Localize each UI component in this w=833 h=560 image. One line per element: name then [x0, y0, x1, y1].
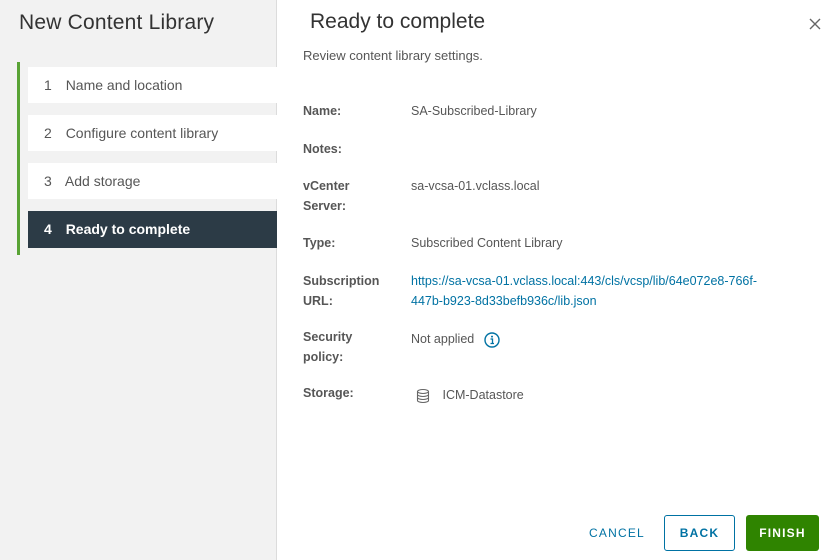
notes-label: Notes:: [303, 142, 342, 156]
wizard-content: Ready to complete Review content library…: [277, 0, 833, 560]
step-number: 4: [44, 221, 52, 237]
step-number: 1: [44, 77, 52, 93]
step-add-storage[interactable]: 3 Add storage: [28, 163, 280, 199]
storage-name: ICM-Datastore: [442, 388, 524, 402]
subscription-label-line2: URL:: [303, 294, 333, 308]
security-policy-label: Security policy:: [303, 327, 393, 367]
subscription-url-link[interactable]: https://sa-vcsa-01.vclass.local:443/cls/…: [411, 271, 811, 311]
wizard-dialog: New Content Library 1 Name and location …: [0, 0, 833, 560]
wizard-steps: 1 Name and location 2 Configure content …: [17, 62, 280, 255]
step-ready-to-complete[interactable]: 4 Ready to complete: [28, 211, 280, 248]
finish-button[interactable]: FINISH: [746, 515, 819, 551]
vcenter-label-line2: Server:: [303, 199, 347, 213]
page-subtitle: Review content library settings.: [303, 48, 483, 63]
step-label: Ready to complete: [65, 221, 191, 237]
step-label: Name and location: [65, 77, 183, 93]
step-label: Configure content library: [65, 125, 219, 141]
storage-value: ICM-Datastore: [411, 385, 811, 405]
type-value: Subscribed Content Library: [411, 236, 563, 250]
step-number: 3: [44, 173, 52, 189]
name-label: Name:: [303, 104, 342, 118]
type-label: Type:: [303, 236, 336, 250]
vcenter-label: vCenter Server:: [303, 176, 393, 216]
wizard-sidebar: New Content Library 1 Name and location …: [0, 0, 280, 560]
step-number: 2: [44, 125, 52, 141]
info-icon[interactable]: [484, 332, 500, 348]
subscription-url-line2: 447b-b923-8d33befb936c/lib.json: [411, 294, 597, 308]
cancel-button[interactable]: CANCEL: [583, 515, 651, 551]
wizard-title: New Content Library: [19, 11, 215, 34]
vcenter-value: sa-vcsa-01.vclass.local: [411, 179, 540, 193]
subscription-url-line1: https://sa-vcsa-01.vclass.local:443/cls/…: [411, 274, 758, 288]
step-name-and-location[interactable]: 1 Name and location: [28, 67, 280, 103]
vcenter-label-line1: vCenter: [303, 179, 350, 193]
security-label-line1: Security: [303, 330, 353, 344]
close-icon[interactable]: [807, 16, 823, 32]
datastore-icon: [416, 388, 430, 403]
security-label-line2: policy:: [303, 350, 344, 364]
page-title: Ready to complete: [310, 10, 486, 33]
back-button[interactable]: BACK: [664, 515, 735, 551]
storage-label: Storage:: [303, 386, 354, 400]
security-policy-text: Not applied: [411, 332, 475, 346]
name-value: SA-Subscribed-Library: [411, 104, 537, 118]
security-policy-value: Not applied: [411, 329, 811, 349]
subscription-url-label: Subscription URL:: [303, 271, 393, 311]
step-label: Add storage: [64, 173, 141, 189]
step-configure-content-library[interactable]: 2 Configure content library: [28, 115, 280, 151]
subscription-label-line1: Subscription: [303, 274, 380, 288]
